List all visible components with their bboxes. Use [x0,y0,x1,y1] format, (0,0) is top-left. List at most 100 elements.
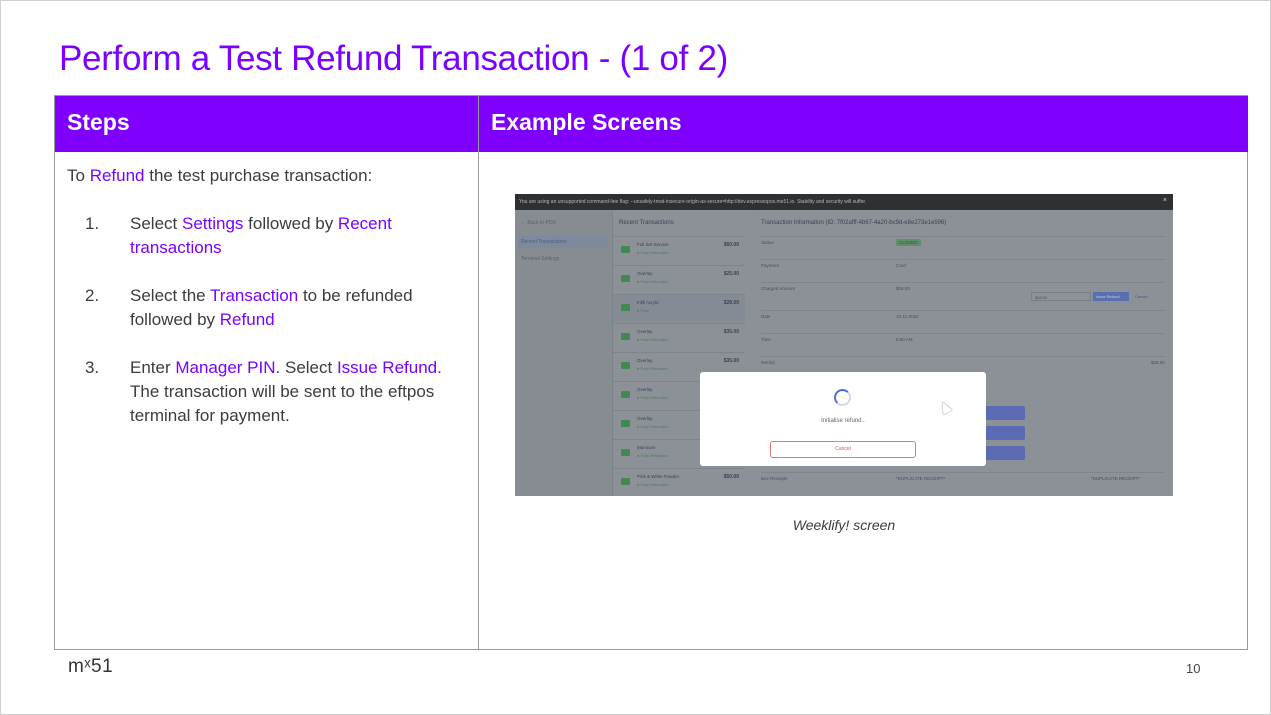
step-text: Select [130,214,182,233]
card-icon [621,478,630,485]
detail-row: Date 10-11-2022 [761,310,1165,319]
card-icon [621,391,630,398]
step-item: 1. Select Settings followed by Recent tr… [67,212,467,260]
step-text: The transaction will be sent to the eftp… [130,382,435,425]
list-item: Infill Acrylic ● Paid $28.00 [613,294,745,322]
detail-title: Transaction Information (ID: 7f02afff-4b… [761,220,947,226]
step-highlight: Transaction [210,286,299,305]
step-highlight: Manager PIN [175,358,276,377]
step-text: followed by [243,214,338,233]
cancel-link: Cancel [1135,294,1148,299]
item-name: Full Set Service [637,242,669,247]
mx51-logo: mˣ51 [68,656,114,677]
item-status: ● Fully Refunded [637,250,668,255]
card-icon [621,275,630,282]
card-icon [621,362,630,369]
list-item: Overlay ● Fully Refunded $25.00 [613,265,745,293]
step-text: . Select [275,358,337,377]
detail-row: Status CLOSED [761,236,1165,246]
mouse-cursor-icon [937,399,953,415]
intro-highlight: Refund [89,166,145,185]
item-amount: $50.00 [723,474,739,480]
list-item: Pink & White Powder ● Fully Refunded $50.0… [613,468,745,496]
item-status: ● Fully Refunded [637,337,668,342]
action-button [985,426,1025,440]
item-status: ● Paid [637,308,649,313]
detail-label: Box Receipts [761,476,788,481]
list-item: Overlay ● Fully Refunded $35.00 [613,323,745,351]
detail-label: Status [761,240,774,245]
item-status: ● Fully Refunded [637,395,668,400]
modal-message: Initialise refund.. [821,418,865,424]
refund-amount-field: $28.00 [1031,292,1091,301]
card-icon [621,246,630,253]
step-highlight: Refund [219,310,275,329]
step-highlight: Issue Refund. [336,358,442,377]
step-item: 2. Select the Transaction to be refunded… [67,284,467,332]
screenshot-caption: Weeklify! screen [792,517,896,533]
card-icon [621,333,630,340]
receipt-text: *DUPLICATE RECEIPT* [1091,476,1141,481]
item-amount: $28.00 [1151,360,1165,365]
item-amount: $35.00 [723,358,739,364]
loading-spinner-icon [834,389,851,406]
detail-value: $28.00 [896,286,910,291]
step-text: Enter [130,358,176,377]
step-number: 3. [85,358,100,377]
detail-label: Payment [761,263,779,268]
example-screens-header: Example Screens [479,96,1248,152]
list-item: Full Set Service ● Fully Refunded $60.00 [613,236,745,264]
page-number: 10 [1186,661,1201,676]
item-amount: $60.00 [723,242,739,248]
page-title: Perform a Test Refund Transaction - (1 o… [59,39,728,78]
intro-text-suffix: the test purchase transaction: [144,166,373,185]
step-text: Select the [130,286,211,305]
refund-modal: Initialise refund.. Cancel [700,372,986,466]
steps-content: To Refund the test purchase transaction:… [67,164,467,428]
item-name: Overlay [637,271,653,276]
detail-row: Item(s) $28.00 [761,356,1165,365]
example-screenshot: You are using an unsupported command-lin… [515,194,1173,496]
detail-value: 10-11-2022 [896,314,919,319]
card-icon [621,420,630,427]
action-button [985,446,1025,460]
card-icon [621,304,630,311]
item-status: ● Fully Refunded [637,453,668,458]
detail-value: 8:50 AM [896,337,913,342]
detail-label: Item(s) [761,360,775,365]
step-item: 3. Enter Manager PIN. Select Issue Refun… [67,356,467,428]
item-amount: $28.00 [723,300,739,306]
column-divider [478,96,479,649]
card-icon [621,449,630,456]
steps-table: Steps Example Screens To Refund the test… [54,95,1248,650]
detail-row: Payment Card [761,259,1165,268]
back-link: ← Back to POS [521,220,557,226]
item-name: Overlay [637,329,653,334]
item-name: Manicure [637,445,656,450]
close-icon: × [1162,197,1167,204]
item-status: ● Fully Refunded [637,482,668,487]
action-button [985,406,1025,420]
detail-label: Time [761,337,771,342]
status-badge: CLOSED [896,239,921,246]
slide: Perform a Test Refund Transaction - (1 o… [0,0,1271,715]
warning-bar: You are using an unsupported command-lin… [515,194,1173,210]
sidebar-item-recent-transactions: Recent Transactions [518,236,608,248]
step-number: 1. [85,214,100,233]
item-status: ● Fully Refunded [637,279,668,284]
list-title: Recent Transactions [619,220,674,226]
receipt-text: *DUPLICATE RECEIPT* [896,476,946,481]
modal-cancel-button: Cancel [770,441,916,458]
detail-row: Box Receipts *DUPLICATE RECEIPT* *DUPLICAT… [761,472,1165,481]
detail-label: Charged Amount [761,286,795,291]
detail-row: Time 8:50 AM [761,333,1165,342]
intro-text: To [67,166,90,185]
detail-label: Date [761,314,771,319]
sidebar-item-terminal-settings: Terminal Settings [521,256,560,262]
screenshot-sidebar: ← Back to POS Recent Transactions Termin… [515,210,612,496]
steps-intro: To Refund the test purchase transaction: [67,164,467,188]
item-amount: $25.00 [723,271,739,277]
item-amount: $35.00 [723,329,739,335]
item-name: Overlay [637,416,653,421]
issue-refund-button: Issue Refund [1093,292,1129,301]
